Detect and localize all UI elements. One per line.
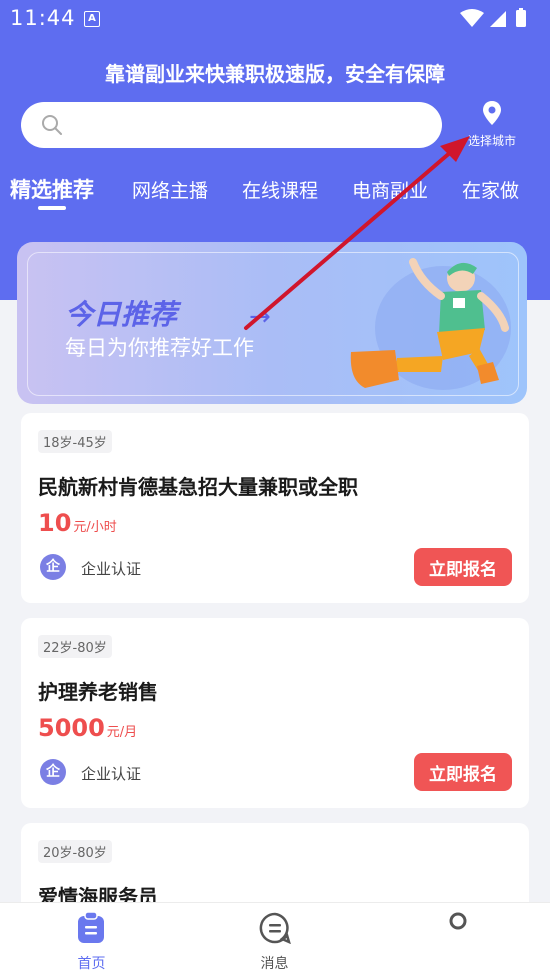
notification-badge: A xyxy=(84,11,100,27)
bottom-navigation: 首页 消息 xyxy=(0,902,550,978)
nav-profile[interactable] xyxy=(366,903,549,978)
nav-messages[interactable]: 消息 xyxy=(183,903,366,978)
search-input[interactable] xyxy=(75,112,439,140)
active-tab-indicator xyxy=(38,206,66,210)
message-icon xyxy=(259,912,291,944)
status-bar: 11:44 A xyxy=(0,0,550,36)
banner-subtitle: 每日为你推荐好工作 xyxy=(65,336,254,360)
system-status-icons xyxy=(460,8,526,27)
enterprise-certified-icon: 企 xyxy=(40,554,66,580)
job-card[interactable]: 22岁-80岁 护理养老销售 5000 元/月 企 企业认证 立即报名 xyxy=(21,618,529,808)
search-bar[interactable] xyxy=(21,102,442,148)
age-range-tag: 22岁-80岁 xyxy=(38,635,112,658)
search-icon xyxy=(42,115,62,135)
tab-ecommerce[interactable]: 电商副业 xyxy=(352,176,428,203)
tab-featured[interactable]: 精选推荐 xyxy=(10,174,94,204)
city-selector-label: 选择城市 xyxy=(467,134,516,148)
battery-icon xyxy=(516,10,526,27)
apply-now-button[interactable]: 立即报名 xyxy=(414,753,512,791)
wifi-icon xyxy=(460,9,484,27)
nav-home[interactable]: 首页 xyxy=(0,903,183,978)
running-person-illustration xyxy=(350,258,511,390)
banner-title: 今日推荐 xyxy=(65,298,178,331)
location-pin-icon xyxy=(483,101,501,125)
profile-icon xyxy=(449,912,467,930)
job-title: 护理养老销售 xyxy=(38,680,158,704)
age-range-tag: 20岁-80岁 xyxy=(38,840,112,863)
enterprise-certified-label: 企业认证 xyxy=(81,765,142,783)
enterprise-certified-label: 企业认证 xyxy=(81,560,142,578)
age-range-tag: 18岁-45岁 xyxy=(38,430,112,453)
tab-live-streaming[interactable]: 网络主播 xyxy=(132,176,208,203)
job-title: 民航新村肯德基急招大量兼职或全职 xyxy=(38,475,358,499)
salary: 5000 元/月 xyxy=(38,714,137,742)
salary: 10 元/小时 xyxy=(38,509,117,537)
tab-online-courses[interactable]: 在线课程 xyxy=(242,176,318,203)
daily-recommendation-banner[interactable]: 今日推荐 → 每日为你推荐好工作 xyxy=(17,242,527,404)
app-headline: 靠谱副业来快兼职极速版，安全有保障 xyxy=(105,62,445,86)
salary-amount: 5000 xyxy=(38,714,105,742)
category-tabs: 精选推荐 网络主播 在线课程 电商副业 在家做 xyxy=(0,172,550,212)
nav-messages-label: 消息 xyxy=(260,956,289,972)
enterprise-certified-icon: 企 xyxy=(40,759,66,785)
salary-unit: 元/小时 xyxy=(73,520,117,535)
apply-now-button[interactable]: 立即报名 xyxy=(414,548,512,586)
signal-icon xyxy=(490,11,506,27)
tab-work-from-home[interactable]: 在家做 xyxy=(462,176,519,203)
job-card[interactable]: 18岁-45岁 民航新村肯德基急招大量兼职或全职 10 元/小时 企 企业认证 立… xyxy=(21,413,529,603)
salary-unit: 元/月 xyxy=(106,725,138,740)
salary-amount: 10 xyxy=(38,509,72,537)
city-selector-button[interactable]: 选择城市 xyxy=(460,100,524,152)
status-time: 11:44 xyxy=(10,6,76,30)
home-clipboard-icon xyxy=(78,911,104,943)
nav-home-label: 首页 xyxy=(77,956,106,972)
arrow-right-icon: → xyxy=(249,302,271,332)
